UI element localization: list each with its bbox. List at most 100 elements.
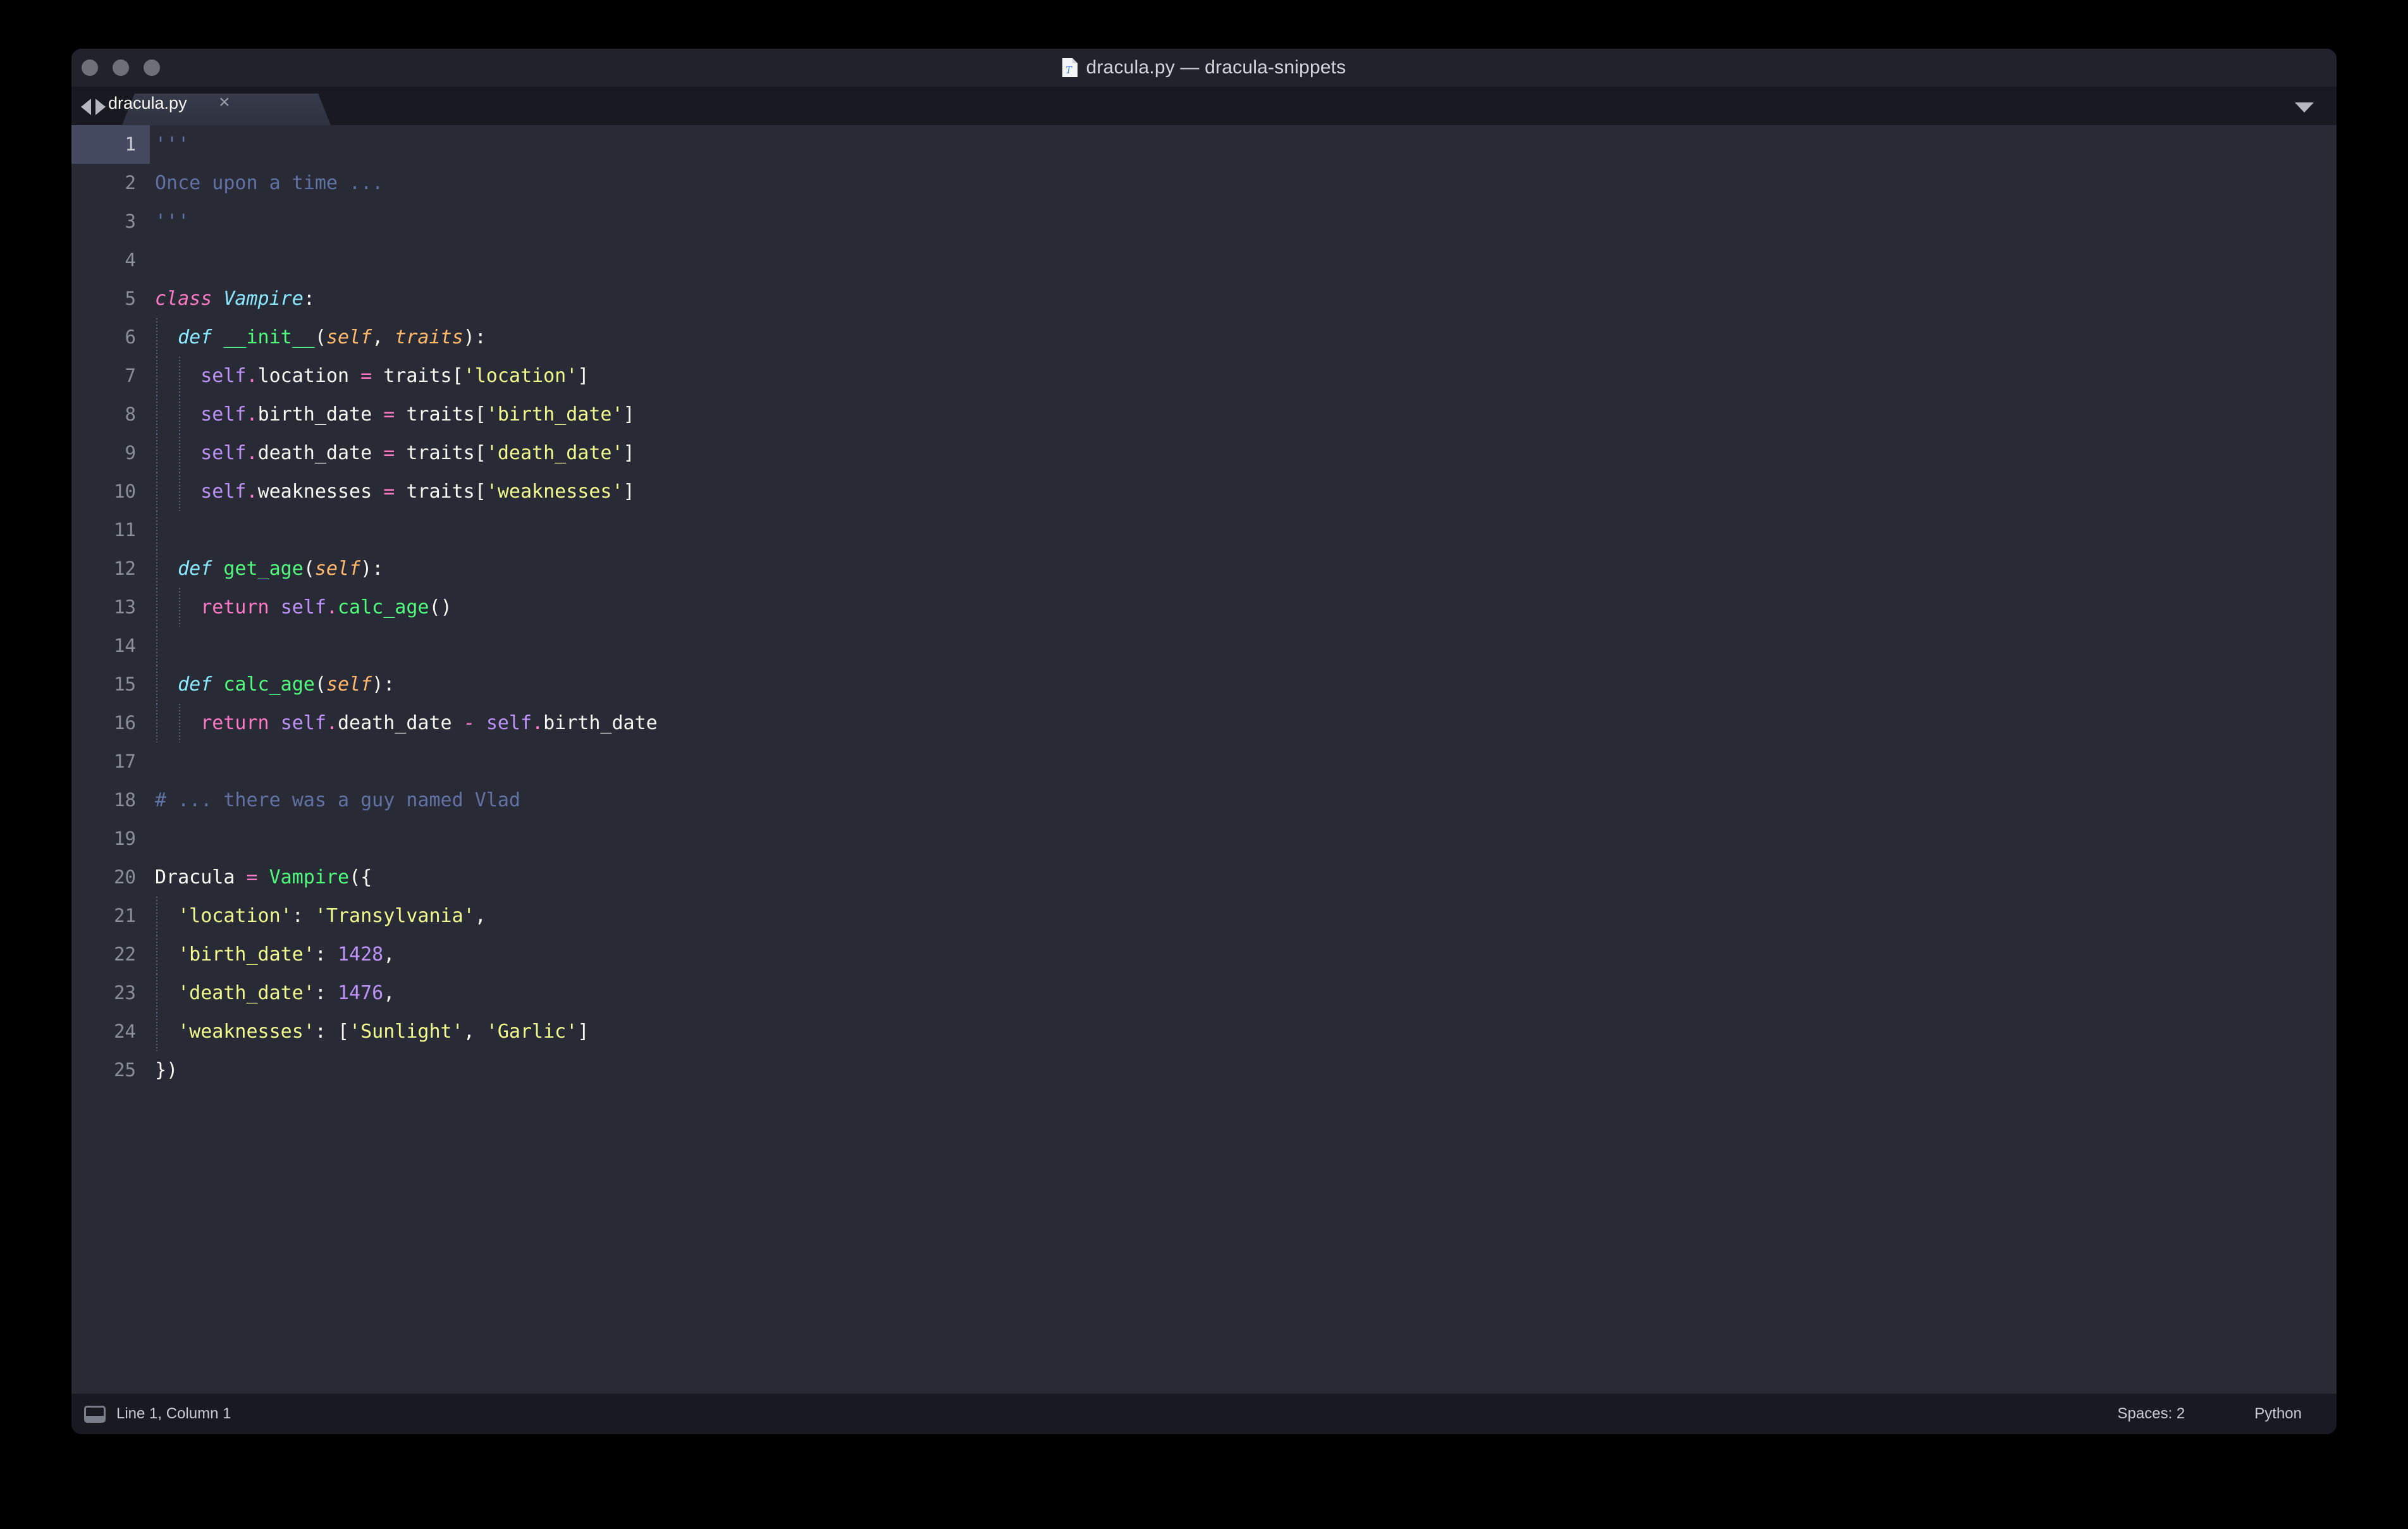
indent-guide (156, 1012, 157, 1051)
line-content[interactable]: class Vampire: (150, 279, 2337, 318)
code-line: 9 self.death_date = traits['death_date'] (71, 434, 2337, 472)
status-left: Line 1, Column 1 (84, 1394, 231, 1434)
line-number: 20 (71, 858, 150, 897)
code-line: 19 (71, 820, 2337, 858)
line-content[interactable]: return self.calc_age() (150, 588, 2337, 627)
console-toggle-icon[interactable] (84, 1406, 106, 1423)
line-content[interactable] (150, 241, 2337, 279)
line-content[interactable]: Once upon a time ... (150, 164, 2337, 202)
line-content[interactable]: 'location': 'Transylvania', (150, 897, 2337, 935)
close-icon[interactable]: × (219, 93, 230, 112)
line-number: 4 (71, 241, 150, 279)
code-line: 1''' (71, 125, 2337, 164)
svg-text:T: T (1066, 64, 1072, 76)
window-title-text: dracula.py — dracula-snippets (1086, 57, 1346, 78)
indent-guide (156, 550, 157, 588)
window-titlebar: T dracula.py — dracula-snippets (71, 49, 2337, 87)
code-line: 7 self.location = traits['location'] (71, 357, 2337, 395)
indent-guide (156, 974, 157, 1012)
code-line: 21 'location': 'Transylvania', (71, 897, 2337, 935)
line-number: 1 (71, 125, 150, 164)
line-content[interactable] (150, 627, 2337, 665)
indent-guide (156, 434, 157, 472)
indent-guide (156, 935, 157, 974)
indent-guide (179, 395, 180, 434)
line-content[interactable]: def __init__(self, traits): (150, 318, 2337, 357)
code-line: 17 (71, 742, 2337, 781)
line-number: 7 (71, 357, 150, 395)
line-content[interactable]: 'death_date': 1476, (150, 974, 2337, 1012)
document-icon: T (1062, 58, 1078, 78)
code-line: 24 'weaknesses': ['Sunlight', 'Garlic'] (71, 1012, 2337, 1051)
line-number: 15 (71, 665, 150, 704)
indent-guide (156, 588, 157, 627)
indent-guide (156, 704, 157, 742)
line-content[interactable]: ''' (150, 125, 2337, 164)
line-content[interactable]: return self.death_date - self.birth_date (150, 704, 2337, 742)
line-content[interactable]: self.weaknesses = traits['weaknesses'] (150, 472, 2337, 511)
line-content[interactable]: 'birth_date': 1428, (150, 935, 2337, 974)
line-content[interactable]: self.location = traits['location'] (150, 357, 2337, 395)
code-line: 5class Vampire: (71, 279, 2337, 318)
indent-guide (156, 472, 157, 511)
code-editor[interactable]: 1'''2Once upon a time ...3'''45class Vam… (71, 125, 2337, 1394)
indent-guide (156, 511, 157, 550)
line-content[interactable]: self.death_date = traits['death_date'] (150, 434, 2337, 472)
line-content[interactable]: # ... there was a guy named Vlad (150, 781, 2337, 820)
code-lines: 1'''2Once upon a time ...3'''45class Vam… (71, 125, 2337, 1090)
line-number: 12 (71, 550, 150, 588)
code-line: 2Once upon a time ... (71, 164, 2337, 202)
line-number: 14 (71, 627, 150, 665)
line-number: 24 (71, 1012, 150, 1051)
line-content[interactable]: Dracula = Vampire({ (150, 858, 2337, 897)
cursor-position: Line 1, Column 1 (116, 1405, 231, 1423)
line-number: 21 (71, 897, 150, 935)
indent-guide (179, 704, 180, 742)
line-number: 13 (71, 588, 150, 627)
line-number: 10 (71, 472, 150, 511)
code-line: 23 'death_date': 1476, (71, 974, 2337, 1012)
tab-bar: dracula.py × (71, 87, 2337, 125)
indent-guide (179, 434, 180, 472)
code-line: 14 (71, 627, 2337, 665)
code-line: 4 (71, 241, 2337, 279)
code-line: 3''' (71, 202, 2337, 241)
tab-label: dracula.py (108, 94, 187, 113)
line-number: 19 (71, 820, 150, 858)
indent-guide (179, 357, 180, 395)
line-content[interactable]: }) (150, 1051, 2337, 1090)
code-line: 18# ... there was a guy named Vlad (71, 781, 2337, 820)
code-line: 11 (71, 511, 2337, 550)
code-line: 25}) (71, 1051, 2337, 1090)
indent-guide (156, 665, 157, 704)
indent-guide (156, 318, 157, 357)
line-number: 17 (71, 742, 150, 781)
code-line: 13 return self.calc_age() (71, 588, 2337, 627)
code-line: 12 def get_age(self): (71, 550, 2337, 588)
chevron-down-icon[interactable] (2295, 102, 2314, 113)
line-content[interactable]: 'weaknesses': ['Sunlight', 'Garlic'] (150, 1012, 2337, 1051)
arrow-right-icon[interactable] (95, 99, 106, 115)
indent-guide (179, 588, 180, 627)
line-number: 6 (71, 318, 150, 357)
arrow-left-icon[interactable] (81, 99, 91, 115)
syntax-setting[interactable]: Python (2220, 1405, 2337, 1423)
indent-guide (179, 472, 180, 511)
status-bar: Line 1, Column 1 Spaces: 2 Python (71, 1394, 2337, 1434)
line-content[interactable]: ''' (150, 202, 2337, 241)
line-content[interactable] (150, 742, 2337, 781)
line-number: 25 (71, 1051, 150, 1090)
indent-setting[interactable]: Spaces: 2 (2083, 1405, 2220, 1423)
indent-guide (156, 897, 157, 935)
line-content[interactable] (150, 820, 2337, 858)
code-line: 8 self.birth_date = traits['birth_date'] (71, 395, 2337, 434)
window-title-container: T dracula.py — dracula-snippets (71, 57, 2337, 78)
line-content[interactable]: def calc_age(self): (150, 665, 2337, 704)
indent-guide (156, 395, 157, 434)
code-line: 16 return self.death_date - self.birth_d… (71, 704, 2337, 742)
line-content[interactable]: def get_age(self): (150, 550, 2337, 588)
code-line: 20Dracula = Vampire({ (71, 858, 2337, 897)
line-content[interactable]: self.birth_date = traits['birth_date'] (150, 395, 2337, 434)
line-content[interactable] (150, 511, 2337, 550)
status-right: Spaces: 2 Python (2083, 1394, 2337, 1434)
